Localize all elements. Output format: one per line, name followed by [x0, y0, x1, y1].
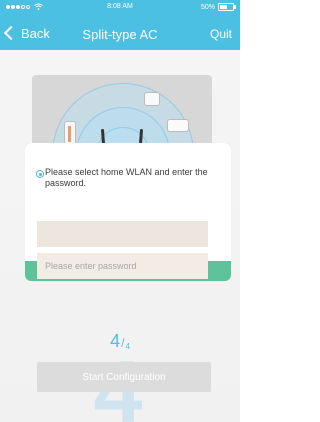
header: 8:08 AM 50% Back Split-type AC Quit	[0, 0, 240, 50]
wlan-ssid-field[interactable]	[37, 221, 208, 247]
start-configuration-button[interactable]: Start Configuration	[37, 362, 211, 392]
ac-unit-icon	[167, 119, 189, 132]
battery-icon	[218, 3, 236, 11]
air-purifier-icon	[144, 92, 160, 106]
step-total: 4	[125, 342, 130, 351]
app-screen: 8:08 AM 50% Back Split-type AC Quit Plea…	[0, 0, 240, 422]
navigation-bar: Back Split-type AC Quit	[0, 16, 240, 50]
step-current: 4	[110, 331, 121, 351]
battery-status: 50%	[200, 3, 236, 11]
step-indicator: 4/4	[0, 331, 240, 352]
quit-button[interactable]: Quit	[210, 27, 232, 41]
password-field[interactable]	[37, 253, 208, 279]
status-bar: 8:08 AM 50%	[0, 0, 240, 16]
radio-selected-icon[interactable]	[36, 170, 44, 178]
battery-percent: 50%	[200, 3, 215, 11]
page-title: Split-type AC	[82, 27, 158, 42]
wlan-card: Please select home WLAN and enter the pa…	[25, 143, 231, 279]
step-slash: /	[121, 336, 125, 350]
wlan-instruction: Please select home WLAN and enter the pa…	[45, 167, 208, 188]
